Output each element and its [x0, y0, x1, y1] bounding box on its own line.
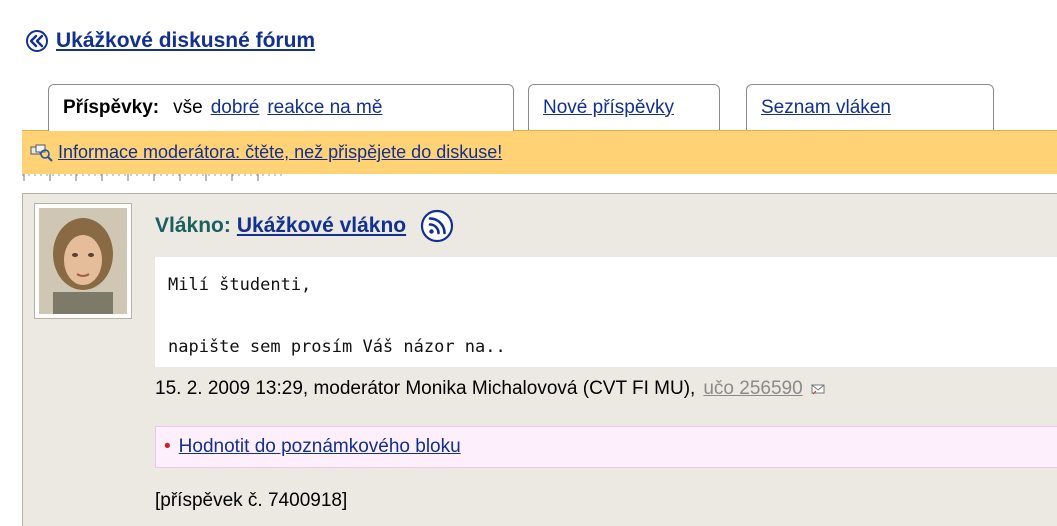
- thread-title-link[interactable]: Ukážkové vlákno: [237, 214, 406, 238]
- moderator-info-link[interactable]: Informace moderátora: čtěte, než přispěj…: [58, 142, 502, 163]
- forum-header: Ukážkové diskusné fórum: [26, 26, 315, 56]
- tab-posts[interactable]: Příspěvky: vše dobré reakce na mě: [48, 84, 514, 131]
- rss-icon[interactable]: [420, 209, 454, 243]
- message-line-2: napište sem prosím Váš názor na..: [168, 337, 506, 357]
- tab-bar: Příspěvky: vše dobré reakce na mě Nové p…: [48, 84, 1057, 131]
- post-message: Milí študenti, napište sem prosím Váš ná…: [155, 257, 1057, 367]
- magnifier-icon: [30, 144, 53, 162]
- rate-notebook-link[interactable]: Hodnotit do poznámkového bloku: [179, 436, 461, 458]
- avatar-photo: [39, 208, 127, 314]
- tab-new-posts-link[interactable]: Nové příspěvky: [543, 97, 674, 119]
- forum-title-link[interactable]: Ukážkové diskusné fórum: [56, 29, 315, 53]
- post-number: [příspěvek č. 7400918]: [155, 490, 348, 511]
- tab-threads-list-link[interactable]: Seznam vláken: [761, 97, 891, 119]
- author-avatar: [34, 203, 132, 319]
- thread-label: Vlákno:: [155, 214, 231, 237]
- uco-link[interactable]: učo 256590: [703, 378, 802, 400]
- mail-icon[interactable]: [811, 382, 825, 396]
- moderator-info-bar: Informace moderátora: čtěte, než přispěj…: [22, 130, 1057, 174]
- filter-good-link[interactable]: dobré: [211, 97, 260, 119]
- filter-all: vše: [173, 97, 203, 118]
- bullet-icon: •: [164, 436, 171, 457]
- post-meta: 15. 2. 2009 13:29, moderátor Monika Mich…: [155, 372, 825, 406]
- message-line-1: Milí študenti,: [168, 275, 312, 295]
- post-box: Vlákno: Ukážkové vlákno Milí študenti, n…: [22, 193, 1057, 526]
- ruler-divider: [22, 174, 282, 181]
- tab-new-posts[interactable]: Nové příspěvky: [528, 84, 720, 130]
- rate-bar: • Hodnotit do poznámkového bloku: [155, 426, 1057, 468]
- tab-threads-list[interactable]: Seznam vláken: [746, 84, 994, 130]
- filter-replies-link[interactable]: reakce na mě: [267, 97, 382, 119]
- post-meta-text: 15. 2. 2009 13:29, moderátor Monika Mich…: [155, 378, 696, 399]
- double-chevron-left-icon[interactable]: [26, 30, 48, 52]
- thread-header: Vlákno: Ukážkové vlákno: [155, 206, 454, 246]
- tab-posts-label: Příspěvky:: [63, 97, 160, 118]
